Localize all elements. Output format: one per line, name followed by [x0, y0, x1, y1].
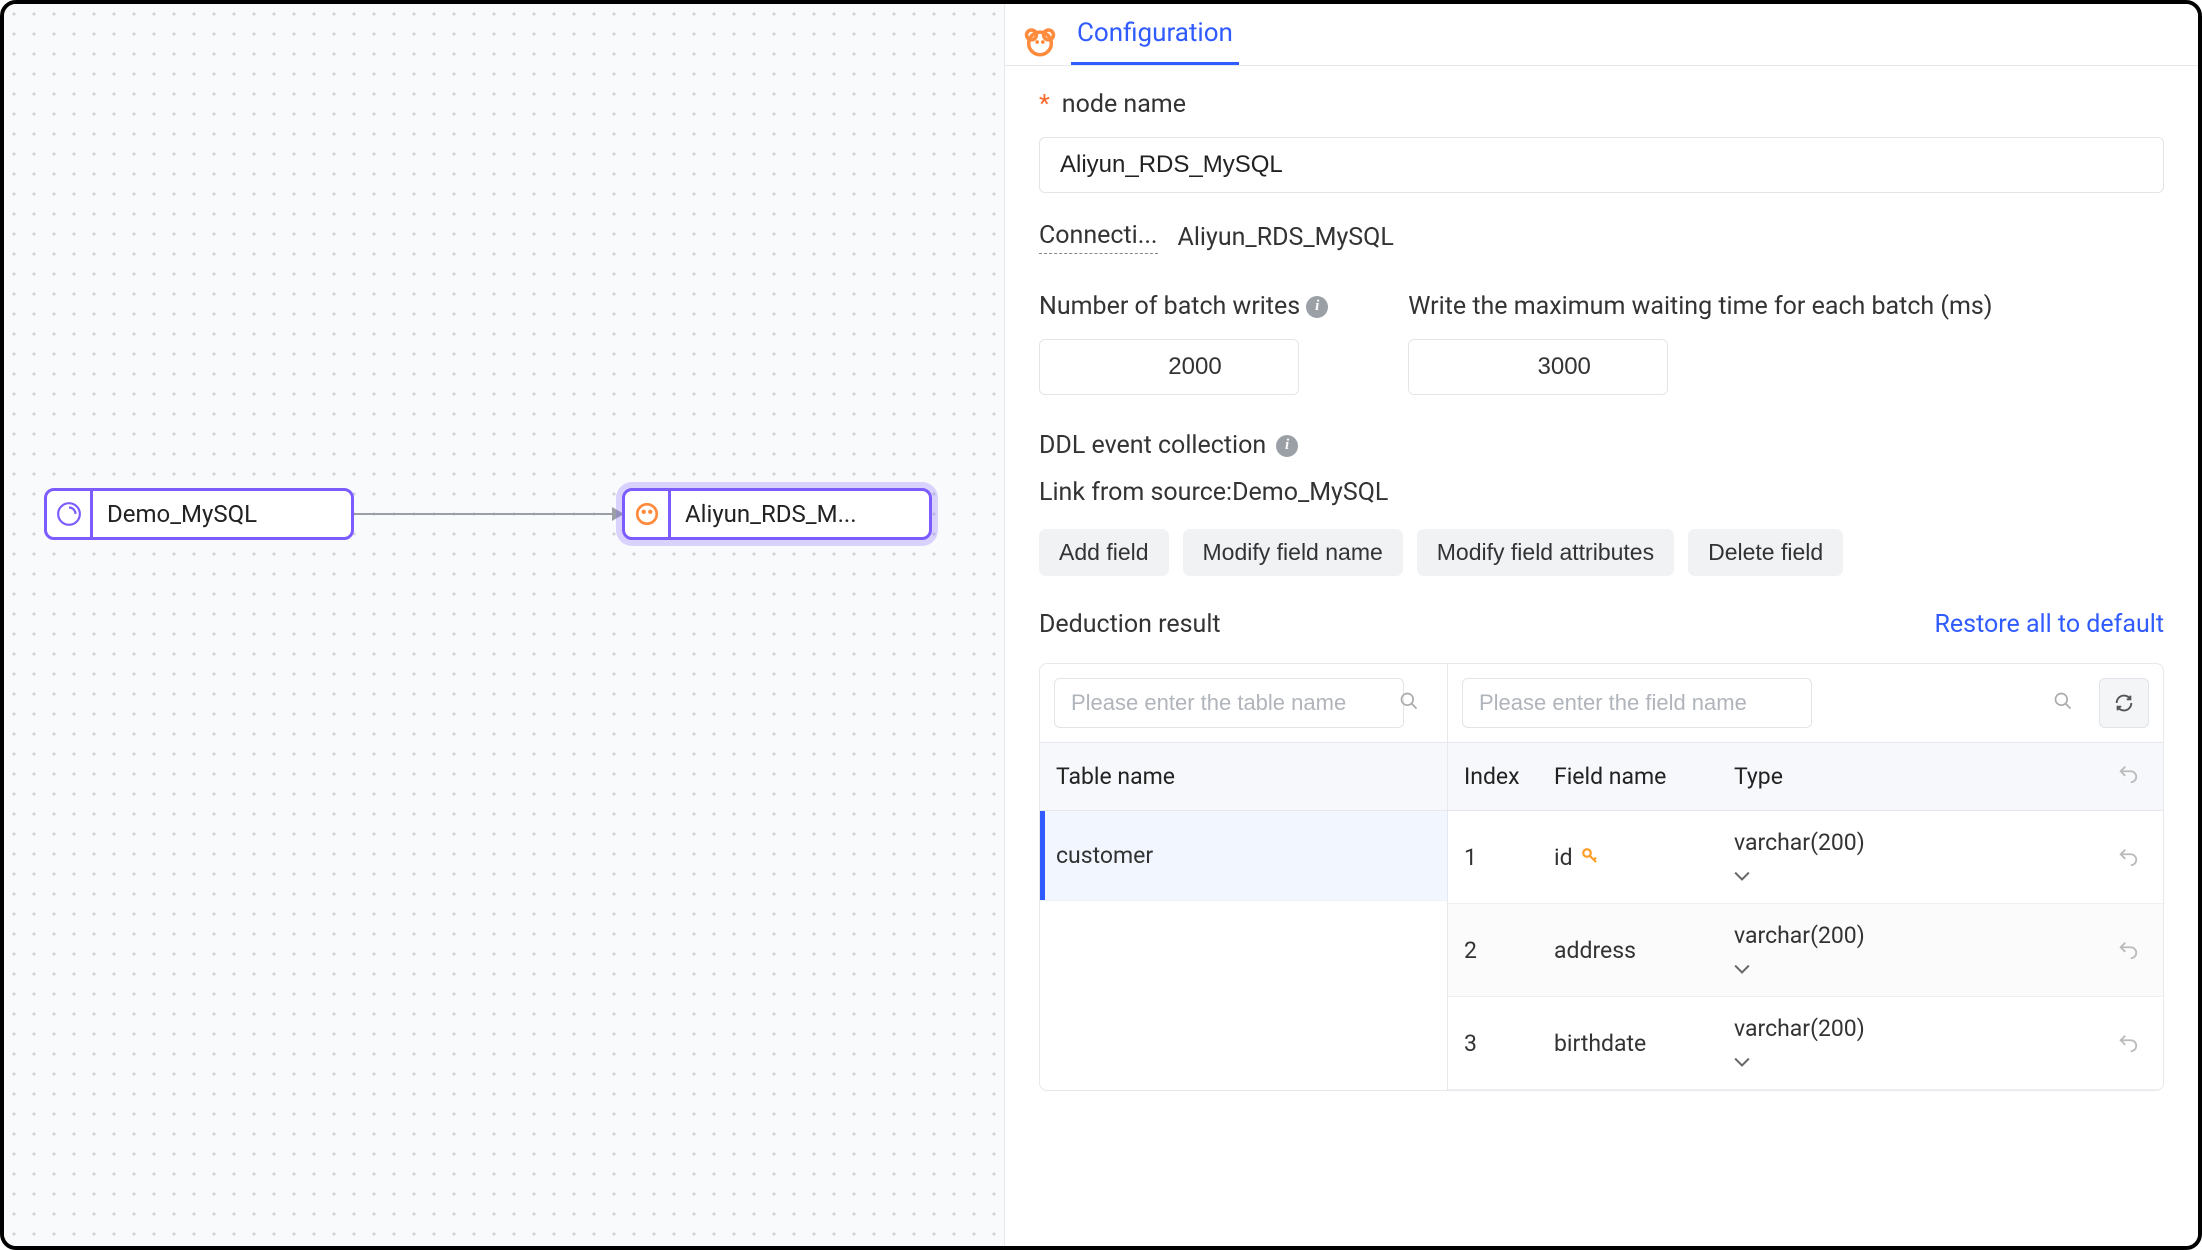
info-icon[interactable]: i	[1306, 296, 1328, 318]
node-target[interactable]: Aliyun_RDS_M...	[622, 488, 932, 540]
max-wait-input[interactable]	[1408, 339, 1668, 395]
field-type[interactable]: varchar(200)	[1718, 811, 2093, 903]
field-row[interactable]: 2addressvarchar(200)	[1448, 904, 2163, 997]
max-wait-value[interactable]	[1409, 340, 1668, 394]
link-from-label: Link from source:Demo_MySQL	[1039, 478, 2164, 507]
undo-field-button[interactable]	[2093, 828, 2163, 886]
field-row[interactable]: 1idvarchar(200)	[1448, 811, 2163, 904]
connection-row: Connecti... Aliyun_RDS_MySQL	[1039, 221, 2164, 254]
table-name-header: Table name	[1040, 743, 1447, 810]
undo-field-button[interactable]	[2093, 1014, 2163, 1072]
max-wait-label: Write the maximum waiting time for each …	[1408, 292, 1992, 321]
field-index: 2	[1448, 919, 1538, 982]
table-list-pane: Table name customer	[1040, 664, 1448, 1090]
field-list-pane: Index Field name Type 1idvarchar(200)2ad…	[1448, 664, 2163, 1090]
search-icon	[2053, 691, 2073, 715]
type-header: Type	[1718, 743, 2093, 810]
modify-field-attributes-button[interactable]: Modify field attributes	[1417, 529, 1674, 576]
key-icon	[1581, 844, 1599, 871]
node-name-input[interactable]	[1039, 137, 2164, 193]
flow-canvas[interactable]: Demo_MySQL Aliyun_RDS_M...	[4, 4, 1004, 1246]
chevron-down-icon	[1734, 1052, 2077, 1071]
monkey-icon	[1023, 25, 1057, 59]
search-icon	[1399, 691, 1419, 715]
mysql-icon	[47, 491, 93, 537]
table-rows: customer	[1040, 811, 1447, 901]
table-row-name: customer	[1040, 824, 1447, 887]
field-name-header: Field name	[1538, 743, 1718, 810]
tab-bar: Configuration	[1005, 4, 2198, 66]
field-name: id	[1538, 826, 1718, 889]
add-field-button[interactable]: Add field	[1039, 529, 1169, 576]
required-star: *	[1039, 90, 1050, 119]
field-type[interactable]: varchar(200)	[1718, 997, 2093, 1089]
restore-default-link[interactable]: Restore all to default	[1935, 610, 2165, 639]
flow-edge	[354, 513, 622, 515]
undo-field-button[interactable]	[2093, 921, 2163, 979]
table-row[interactable]: customer	[1040, 811, 1447, 901]
undo-header	[2093, 743, 2163, 810]
modify-field-name-button[interactable]: Modify field name	[1183, 529, 1403, 576]
node-source-label: Demo_MySQL	[93, 500, 271, 528]
batch-writes-input[interactable]	[1039, 339, 1299, 395]
config-panel: Configuration * node name Connecti... Al…	[1004, 4, 2198, 1246]
refresh-button[interactable]	[2099, 678, 2149, 728]
panel-body: * node name Connecti... Aliyun_RDS_MySQL…	[1005, 66, 2198, 1115]
connection-label: Connecti...	[1039, 221, 1158, 254]
field-list-header: Index Field name Type	[1448, 742, 2163, 811]
ddl-label: DDL event collection i	[1039, 431, 2164, 460]
field-row[interactable]: 3birthdatevarchar(200)	[1448, 997, 2163, 1090]
index-header: Index	[1448, 743, 1538, 810]
field-index: 1	[1448, 826, 1538, 889]
deduction-result-title: Deduction result	[1039, 610, 1221, 639]
delete-field-button[interactable]: Delete field	[1688, 529, 1843, 576]
chevron-down-icon	[1734, 959, 2077, 978]
node-source[interactable]: Demo_MySQL	[44, 488, 354, 540]
field-name: birthdate	[1538, 1012, 1718, 1075]
info-icon[interactable]: i	[1276, 435, 1298, 457]
connection-value: Aliyun_RDS_MySQL	[1178, 223, 1394, 252]
batch-writes-value[interactable]	[1040, 340, 1299, 394]
node-target-label: Aliyun_RDS_M...	[671, 500, 871, 528]
field-name: address	[1538, 919, 1718, 982]
node-name-label: * node name	[1039, 90, 2164, 119]
deduction-split: Table name customer	[1039, 663, 2164, 1091]
batch-writes-label: Number of batch writes i	[1039, 292, 1328, 321]
field-type[interactable]: varchar(200)	[1718, 904, 2093, 996]
field-index: 3	[1448, 1012, 1538, 1075]
table-list-header: Table name	[1040, 742, 1447, 811]
field-action-row: Add field Modify field name Modify field…	[1039, 529, 2164, 576]
app-frame: Demo_MySQL Aliyun_RDS_M... Configuration…	[0, 0, 2202, 1250]
monkey-icon	[625, 491, 671, 537]
tab-configuration[interactable]: Configuration	[1071, 18, 1239, 65]
field-search-input[interactable]	[1462, 678, 1812, 728]
field-rows: 1idvarchar(200)2addressvarchar(200)3birt…	[1448, 811, 2163, 1090]
chevron-down-icon	[1734, 866, 2077, 885]
table-search-input[interactable]	[1054, 678, 1404, 728]
